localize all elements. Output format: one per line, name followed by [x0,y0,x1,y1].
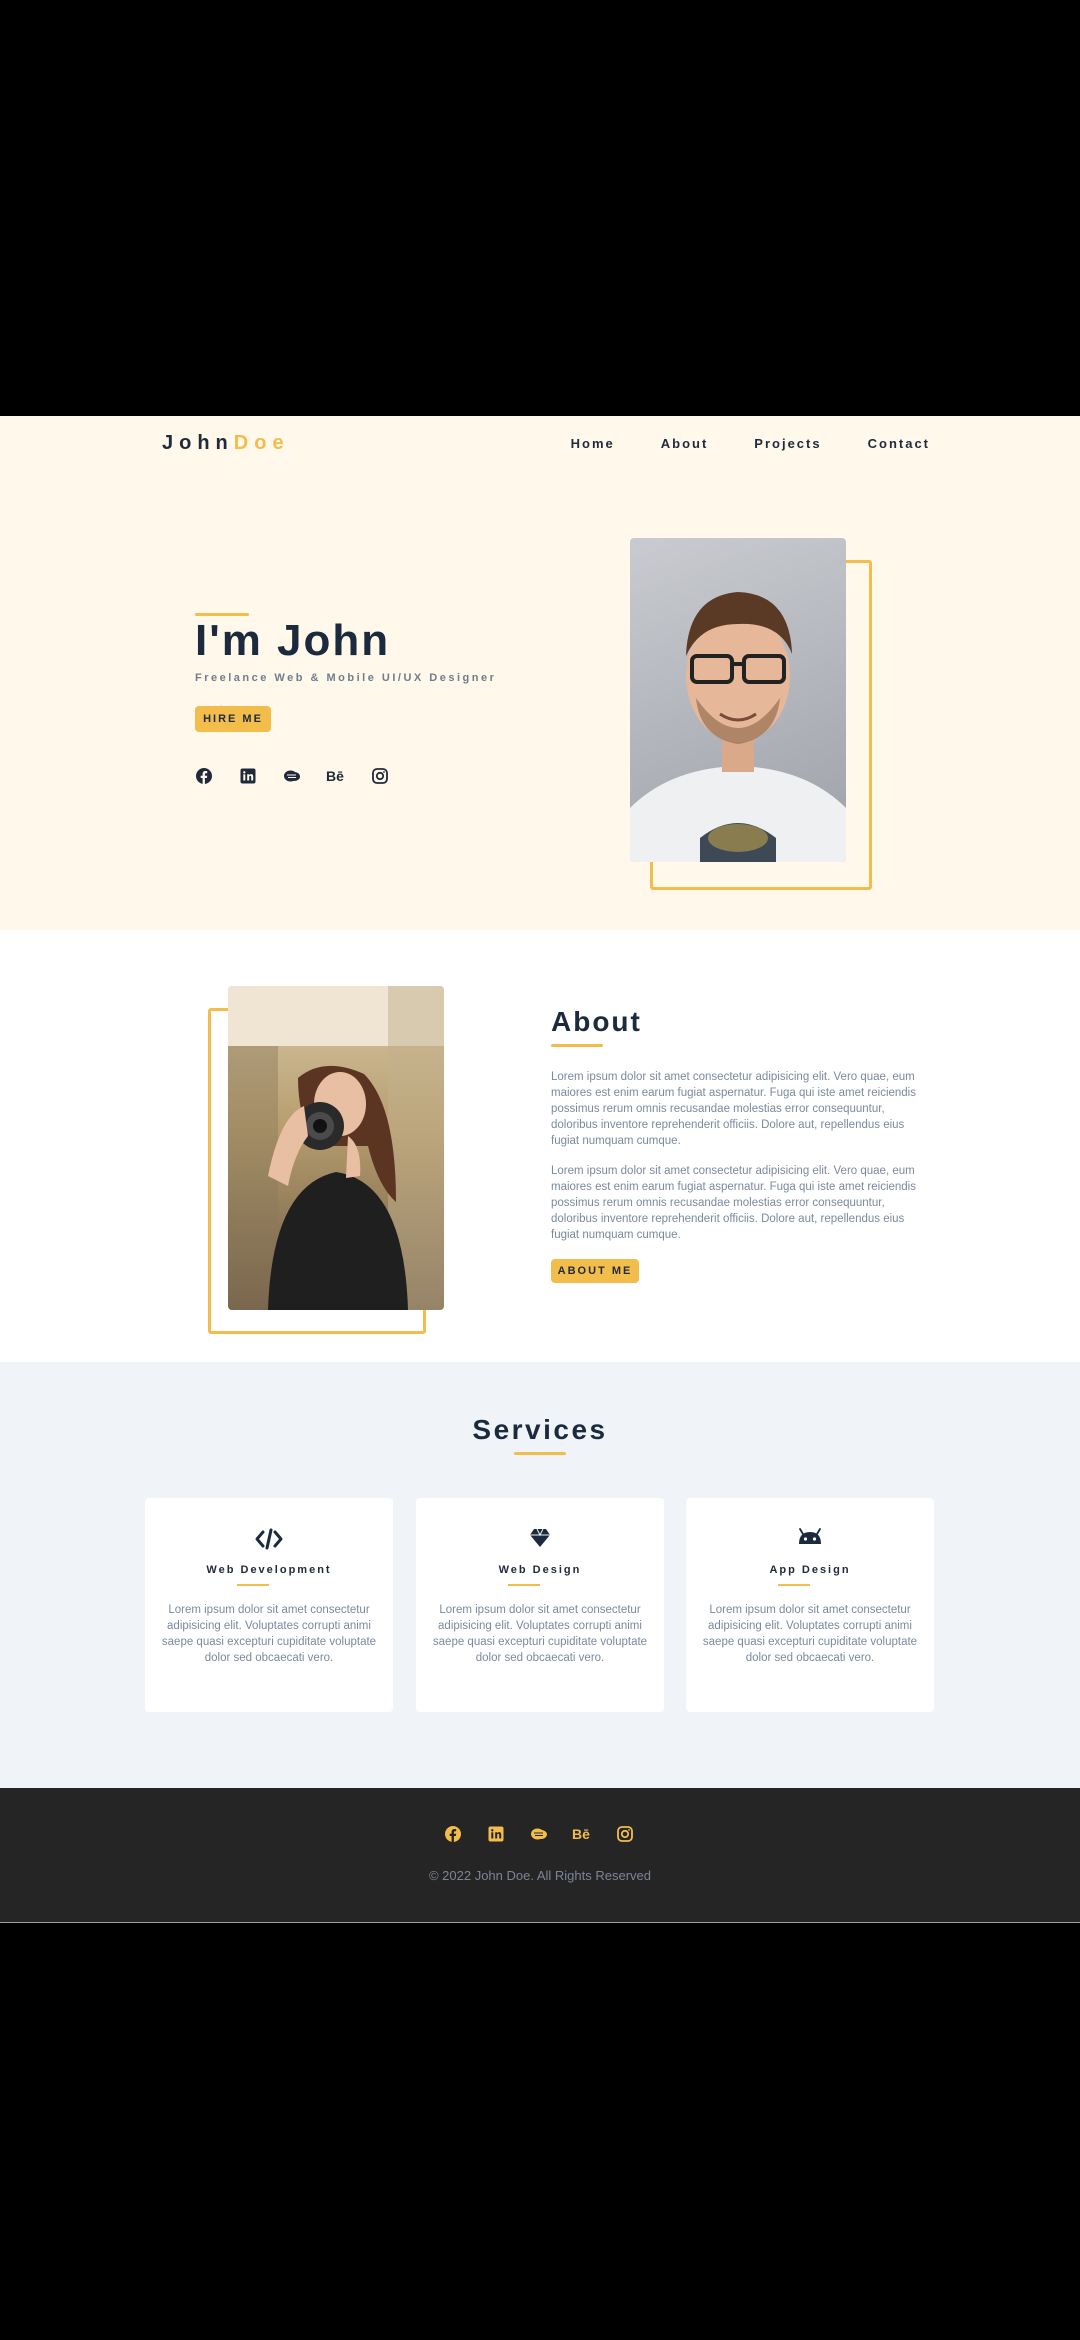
code-icon [145,1528,393,1552]
service-card-text: Lorem ipsum dolor sit amet consectetur a… [161,1604,377,1664]
service-card-divider [237,1584,269,1586]
about-title: About [551,1006,642,1037]
about-paragraph-1: Lorem ipsum dolor sit amet consectetur a… [551,1071,916,1147]
logo-second: Doe [233,432,290,454]
service-card-divider [508,1584,540,1586]
svg-text:Bē: Bē [572,1827,590,1841]
about-paragraph-2: Lorem ipsum dolor sit amet consectetur a… [551,1165,916,1241]
nav-home[interactable]: Home [571,436,615,451]
hero-subtitle: Freelance Web & Mobile UI/UX Designer [195,672,497,684]
service-card-divider [778,1584,810,1586]
about-accent-line [551,1044,603,1047]
about-photo [228,986,444,1310]
about-me-button[interactable]: ABOUT ME [551,1259,639,1283]
android-icon [686,1528,934,1552]
footer-social-links: Bē [443,1824,635,1844]
service-card-title: App Design [769,1564,851,1576]
svg-text:Bē: Bē [326,769,344,783]
service-card-web-development[interactable]: Web Development Lorem ipsum dolor sit am… [145,1498,393,1712]
facebook-icon[interactable] [443,1824,463,1844]
facebook-icon[interactable] [194,766,214,786]
logo[interactable]: JohnDoe [162,432,290,455]
linkedin-icon[interactable] [486,1824,506,1844]
codepen-icon[interactable] [529,1824,549,1844]
nav-about[interactable]: About [661,436,709,451]
services-section: Services Web Development Lorem ipsum dol… [0,1362,1080,1788]
service-card-web-design[interactable]: Web Design Lorem ipsum dolor sit amet co… [416,1498,664,1712]
hero-title: I'm John [195,616,391,665]
instagram-icon[interactable] [615,1824,635,1844]
footer: Bē © 2022 John Doe. All Rights Reserved [0,1788,1080,1922]
bottom-divider [0,1922,1080,1923]
behance-icon[interactable]: Bē [326,766,346,786]
linkedin-icon[interactable] [238,766,258,786]
page: JohnDoe Home About Projects Contact I'm … [0,0,1080,2340]
diamond-icon [416,1528,664,1552]
services-title: Services [472,1414,608,1445]
service-card-title: Web Development [206,1564,332,1576]
nav-contact[interactable]: Contact [868,436,930,451]
logo-first: John [162,432,234,454]
behance-icon[interactable]: Bē [572,1824,592,1844]
nav-projects[interactable]: Projects [754,436,821,451]
service-card-text: Lorem ipsum dolor sit amet consectetur a… [432,1604,648,1664]
services-accent-line [514,1452,566,1455]
profile-photo [630,538,846,862]
service-card-text: Lorem ipsum dolor sit amet consectetur a… [702,1604,918,1664]
about-section: About Lorem ipsum dolor sit amet consect… [0,930,1080,1362]
service-card-app-design[interactable]: App Design Lorem ipsum dolor sit amet co… [686,1498,934,1712]
main-nav: Home About Projects Contact [571,436,930,451]
hero-section: JohnDoe Home About Projects Contact I'm … [0,416,1080,930]
codepen-icon[interactable] [282,766,302,786]
hero-social-links: Bē [194,766,390,786]
copyright-text: © 2022 John Doe. All Rights Reserved [428,1868,652,1883]
hire-me-button[interactable]: HIRE ME [195,706,271,732]
service-card-title: Web Design [498,1564,582,1576]
instagram-icon[interactable] [370,766,390,786]
